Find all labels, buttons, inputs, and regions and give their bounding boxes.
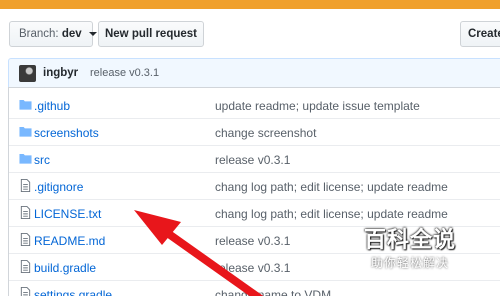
file-row-gitignore: .gitignore chang log path; edit license;…	[9, 172, 500, 200]
file-name-link[interactable]: README.md	[34, 234, 105, 248]
watermark-subtitle: 助你轻松解决	[371, 256, 450, 270]
file-name-link[interactable]: .github	[34, 99, 70, 113]
watermark-title: 百科全说	[364, 227, 457, 252]
file-row-screenshots: screenshots change screenshot	[9, 118, 500, 146]
create-new-file-button[interactable]: Create	[460, 21, 500, 47]
file-row-settings-gradle: settings.gradle change name to VDM	[9, 280, 500, 296]
file-commit-message-link[interactable]: release v0.3.1	[215, 234, 290, 248]
folder-icon	[19, 127, 32, 137]
file-name-link[interactable]: build.gradle	[34, 261, 96, 275]
file-icon	[20, 233, 31, 246]
commit-author-link[interactable]: ingbyr	[43, 67, 78, 79]
file-commit-message-link[interactable]: change name to VDM	[215, 288, 331, 296]
file-row-src: src release v0.3.1	[9, 145, 500, 173]
file-name-link[interactable]: settings.gradle	[34, 288, 112, 296]
avatar[interactable]	[19, 65, 36, 82]
file-name-link[interactable]: .gitignore	[34, 180, 83, 194]
file-commit-message-link[interactable]: chang log path; edit license; update rea…	[215, 207, 448, 221]
file-commit-message-link[interactable]: change screenshot	[215, 126, 316, 140]
folder-icon	[19, 154, 32, 164]
file-name-link[interactable]: screenshots	[34, 126, 99, 140]
file-commit-message-link[interactable]: release v0.3.1	[215, 261, 290, 275]
folder-icon	[19, 100, 32, 110]
watermark: 百科全说 助你轻松解决	[364, 222, 464, 271]
file-icon	[20, 260, 31, 273]
branch-prefix-label: Branch:	[19, 28, 59, 40]
file-icon	[20, 287, 31, 296]
language-bar	[0, 0, 500, 9]
commit-message-link[interactable]: release v0.3.1	[90, 67, 159, 79]
file-commit-message-link[interactable]: release v0.3.1	[215, 153, 290, 167]
file-row-github: .github update readme; update issue temp…	[9, 91, 500, 119]
branch-name: dev	[61, 28, 82, 40]
new-pull-request-button[interactable]: New pull request	[98, 21, 204, 47]
latest-commit-bar: ingbyr release v0.3.1	[8, 58, 500, 87]
file-name-link[interactable]: LICENSE.txt	[34, 207, 101, 221]
file-icon	[20, 206, 31, 219]
file-icon	[20, 179, 31, 192]
chevron-down-icon	[88, 31, 97, 36]
file-name-link[interactable]: src	[34, 153, 50, 167]
file-commit-message-link[interactable]: update readme; update issue template	[215, 99, 420, 113]
file-commit-message-link[interactable]: chang log path; edit license; update rea…	[215, 180, 448, 194]
repository-page: Branch: dev New pull request Create ingb…	[0, 0, 500, 296]
branch-selector-button[interactable]: Branch: dev	[9, 21, 97, 47]
file-navigation-toolbar: Branch: dev New pull request Create	[0, 21, 500, 47]
